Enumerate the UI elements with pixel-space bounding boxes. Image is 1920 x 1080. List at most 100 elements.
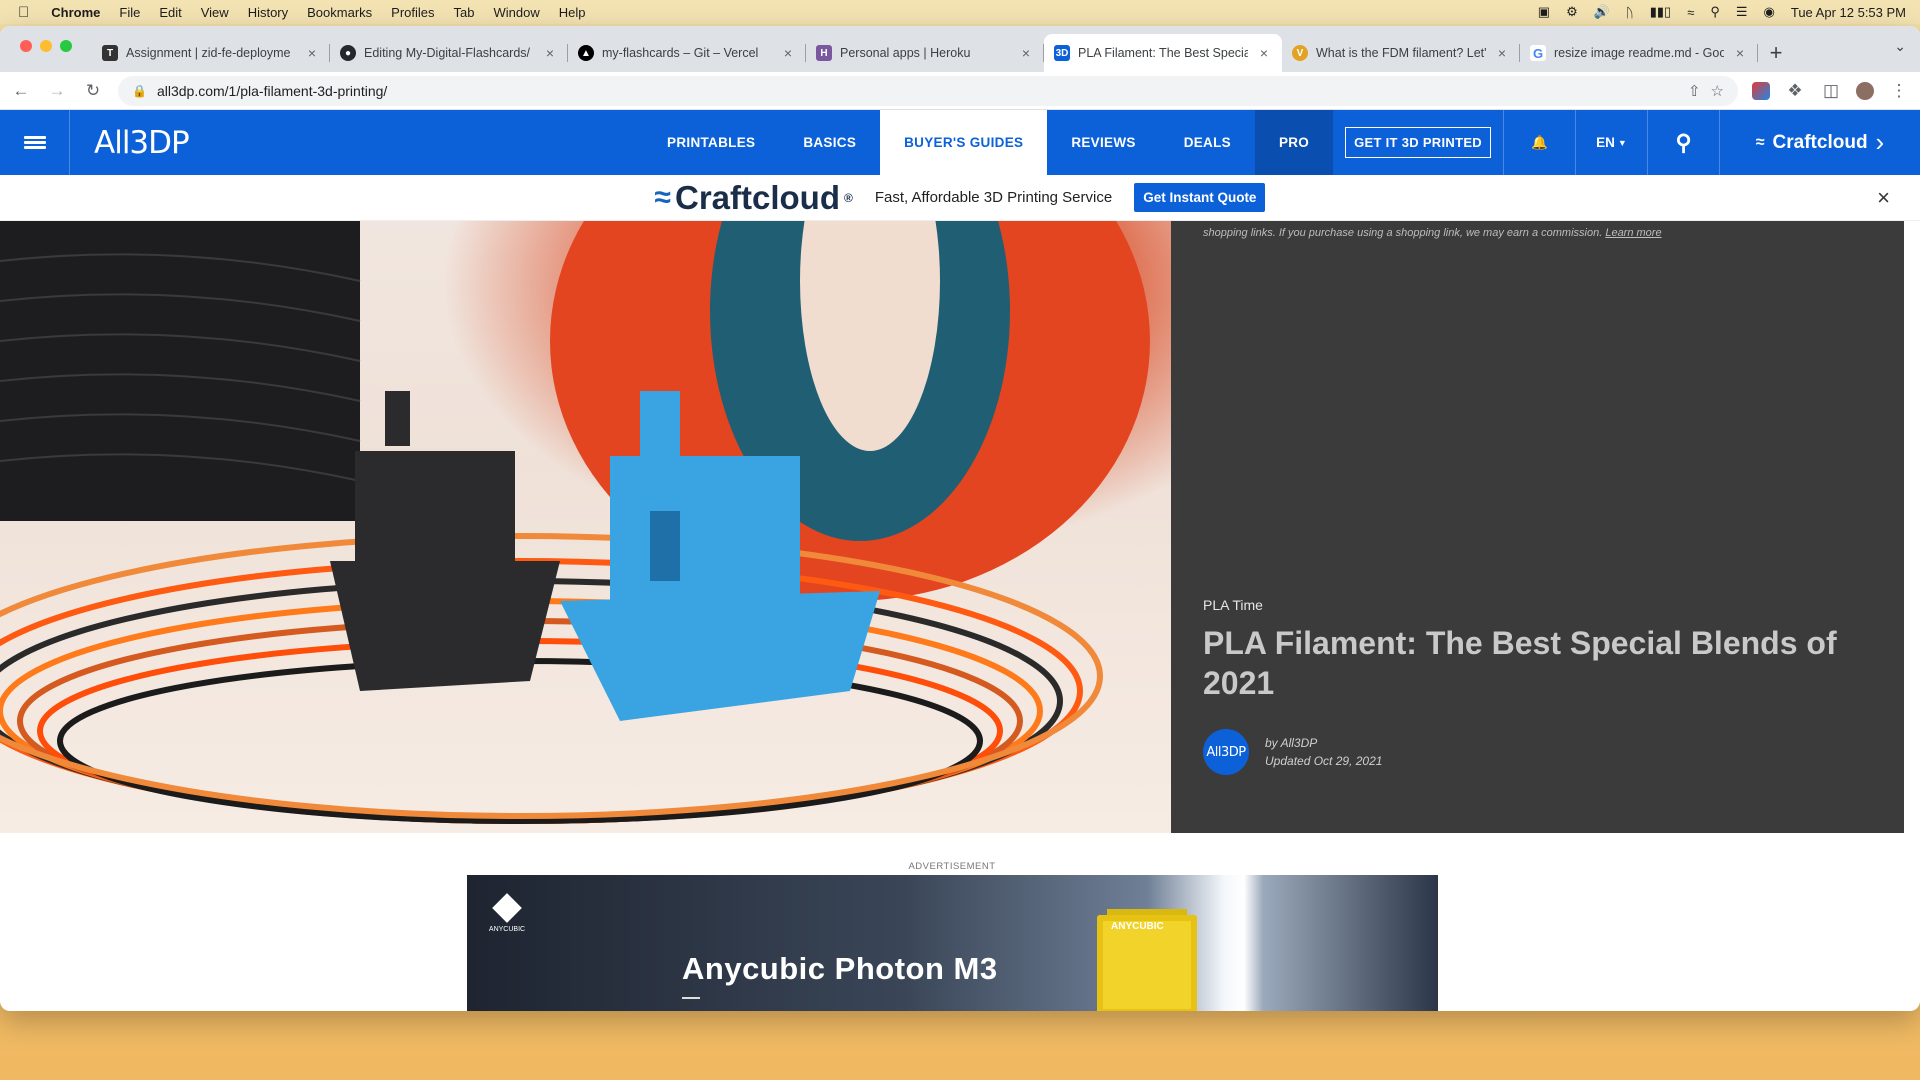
language-label: EN xyxy=(1596,135,1615,150)
address-bar[interactable]: 🔒 all3dp.com/1/pla-filament-3d-printing/… xyxy=(118,75,1738,106)
share-icon[interactable]: ⇧ xyxy=(1688,82,1701,100)
menu-bookmarks[interactable]: Bookmarks xyxy=(307,5,372,20)
screen-record-icon[interactable]: ▣ xyxy=(1538,4,1550,20)
hamburger-menu-icon[interactable] xyxy=(0,110,70,175)
close-tab-icon[interactable]: × xyxy=(1732,45,1748,61)
author-byline[interactable]: by All3DP xyxy=(1265,734,1382,752)
menu-edit[interactable]: Edit xyxy=(159,5,181,20)
nav-pro[interactable]: PRO xyxy=(1254,110,1334,175)
close-tab-icon[interactable]: × xyxy=(304,45,320,61)
wifi-icon[interactable]: ≈ xyxy=(1687,5,1694,20)
author-block: All3DP by All3DP Updated Oct 29, 2021 xyxy=(1203,729,1382,775)
tab-vercel[interactable]: ▲ my-flashcards – Git – Vercel × xyxy=(568,34,806,72)
menu-view[interactable]: View xyxy=(201,5,229,20)
menu-help[interactable]: Help xyxy=(559,5,586,20)
back-icon[interactable]: ← xyxy=(10,80,32,102)
github-icon: ● xyxy=(340,45,356,61)
new-tab-button[interactable]: + xyxy=(1758,34,1794,72)
all3dp-icon: 3D xyxy=(1054,45,1070,61)
apple-icon[interactable]:  xyxy=(18,4,29,21)
craftcloud-logo[interactable]: ≈ Craftcloud ® xyxy=(655,179,853,217)
kebab-menu-icon[interactable]: ⋮ xyxy=(1888,80,1910,102)
side-panel-icon[interactable]: ◫ xyxy=(1820,80,1842,102)
control-center-icon[interactable]: ☰ xyxy=(1736,4,1748,20)
tab-title: Assignment | zid-fe-deployme xyxy=(126,46,291,60)
notion-icon: T xyxy=(102,45,118,61)
search-icon[interactable]: ⚲ xyxy=(1648,110,1720,175)
tab-search-chevron-icon[interactable]: ⌄ xyxy=(1894,38,1906,55)
close-window-button[interactable] xyxy=(20,40,32,52)
advertisement-label: ADVERTISEMENT xyxy=(908,861,996,872)
volume-icon[interactable]: 🔊 xyxy=(1594,4,1610,20)
lock-icon[interactable]: 🔒 xyxy=(132,84,147,98)
tab-github[interactable]: ● Editing My-Digital-Flashcards/ × xyxy=(330,34,568,72)
bookmark-star-icon[interactable]: ☆ xyxy=(1711,82,1724,100)
menu-tab[interactable]: Tab xyxy=(454,5,475,20)
macos-menubar:  Chrome File Edit View History Bookmark… xyxy=(0,0,1920,24)
craftcloud-nav-link[interactable]: ≈ Craftcloud › xyxy=(1720,110,1920,175)
author-meta: by All3DP Updated Oct 29, 2021 xyxy=(1265,734,1382,770)
bell-icon[interactable]: 🔔 xyxy=(1504,110,1576,175)
close-tab-icon[interactable]: × xyxy=(780,45,796,61)
clock[interactable]: Tue Apr 12 5:53 PM xyxy=(1791,5,1906,20)
language-selector[interactable]: EN ▼ xyxy=(1576,110,1648,175)
nav-reviews[interactable]: REVIEWS xyxy=(1047,110,1159,175)
close-tab-icon[interactable]: × xyxy=(1018,45,1034,61)
close-promo-icon[interactable]: × xyxy=(1877,185,1890,211)
nav-printables[interactable]: PRINTABLES xyxy=(643,110,779,175)
spotlight-icon[interactable]: ⚲ xyxy=(1710,4,1720,20)
url-text[interactable]: all3dp.com/1/pla-filament-3d-printing/ xyxy=(157,83,1678,99)
siri-icon[interactable]: ◉ xyxy=(1764,4,1775,20)
tab-title: Editing My-Digital-Flashcards/ xyxy=(364,46,531,60)
menu-file[interactable]: File xyxy=(119,5,140,20)
article-hero: shopping links. If you purchase using a … xyxy=(0,221,1920,833)
nav-basics[interactable]: BASICS xyxy=(779,110,880,175)
reload-icon[interactable]: ↻ xyxy=(82,80,104,102)
google-icon: G xyxy=(1530,45,1546,61)
puzzle-icon[interactable]: ❖ xyxy=(1784,80,1806,102)
chevron-right-icon: › xyxy=(1875,127,1885,157)
tab-title: What is the FDM filament? Let' xyxy=(1316,46,1486,60)
forward-icon[interactable]: → xyxy=(46,80,68,102)
close-tab-icon[interactable]: × xyxy=(1256,45,1272,61)
menu-app-name[interactable]: Chrome xyxy=(51,5,100,20)
anycubic-logo: ANYCUBIC xyxy=(485,893,529,933)
menu-profiles[interactable]: Profiles xyxy=(391,5,434,20)
nav-deals[interactable]: DEALS xyxy=(1160,110,1255,175)
minimize-window-button[interactable] xyxy=(40,40,52,52)
tab-fdm-filament[interactable]: V What is the FDM filament? Let' × xyxy=(1282,34,1520,72)
zoom-window-button[interactable] xyxy=(60,40,72,52)
author-avatar[interactable]: All3DP xyxy=(1203,729,1249,775)
tab-heroku[interactable]: H Personal apps | Heroku × xyxy=(806,34,1044,72)
close-tab-icon[interactable]: × xyxy=(1494,45,1510,61)
article-kicker: PLA Time xyxy=(1203,597,1263,613)
close-tab-icon[interactable]: × xyxy=(542,45,558,61)
browser-toolbar: ← → ↻ 🔒 all3dp.com/1/pla-filament-3d-pri… xyxy=(0,72,1920,110)
menu-window[interactable]: Window xyxy=(494,5,540,20)
craftcloud-nav-label: Craftcloud xyxy=(1772,131,1868,153)
anycubic-mark-icon xyxy=(492,893,522,923)
tab-google-search[interactable]: G resize image readme.md - Goo × xyxy=(1520,34,1758,72)
tab-pla-filament[interactable]: 3D PLA Filament: The Best Specia × xyxy=(1044,34,1282,72)
profile-avatar[interactable] xyxy=(1856,81,1874,100)
anycubic-brand-text: ANYCUBIC xyxy=(488,926,526,933)
affiliate-disclaimer: shopping links. If you purchase using a … xyxy=(1203,227,1662,239)
learn-more-link[interactable]: Learn more xyxy=(1605,227,1661,239)
battery-icon[interactable]: ▮▮▯ xyxy=(1650,4,1671,20)
menu-history[interactable]: History xyxy=(248,5,288,20)
caret-down-icon: ▼ xyxy=(1617,137,1627,148)
anycubic-ad-banner[interactable]: ANYCUBIC ANYCUBIC Anycubic Photon M3 xyxy=(467,875,1438,1011)
get-it-3d-printed-button[interactable]: GET IT 3D PRINTED xyxy=(1345,127,1491,158)
get-instant-quote-button[interactable]: Get Instant Quote xyxy=(1134,183,1266,212)
tab-strip: T Assignment | zid-fe-deployme × ● Editi… xyxy=(0,26,1920,72)
nav-buyers-guides[interactable]: BUYER'S GUIDES xyxy=(880,110,1048,175)
tab-assignment[interactable]: T Assignment | zid-fe-deployme × xyxy=(92,34,330,72)
printer-label: ANYCUBIC xyxy=(1111,921,1164,932)
all3dp-logo[interactable]: All3DP xyxy=(70,110,190,175)
bluetooth-icon[interactable]: ᚢ xyxy=(1626,5,1634,20)
vercel-icon: ▲ xyxy=(578,45,594,61)
gear-status-icon[interactable]: ⚙ xyxy=(1566,4,1578,20)
extension-icon[interactable] xyxy=(1752,81,1770,100)
get-it-printed-wrapper: GET IT 3D PRINTED xyxy=(1333,110,1504,175)
